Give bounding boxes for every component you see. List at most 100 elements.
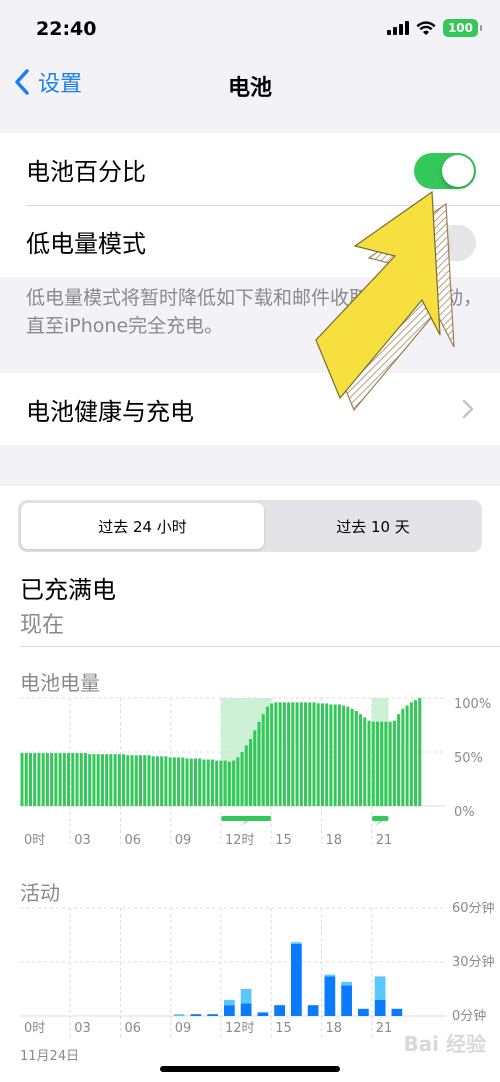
battery-level-bar [244, 745, 248, 806]
battery-level-bar [113, 754, 117, 806]
low-power-mode-toggle[interactable] [414, 225, 476, 261]
battery-level-bar [126, 755, 130, 806]
battery-level-bar [143, 755, 147, 806]
battery-level-chart: ⚡ ⚡ 100% 50% 0% 0时 03 06 09 12时 15 18 21 [20, 697, 491, 848]
battery-level-bar [384, 721, 388, 806]
battery-level-bar [342, 705, 346, 806]
battery-level-bar [287, 702, 291, 806]
battery-level-bar [92, 754, 96, 806]
battery-level-bar [41, 753, 45, 806]
y-tick-label: 50% [454, 751, 483, 766]
charging-bolt-icon: ⚡ [241, 814, 250, 829]
home-indicator[interactable] [160, 1066, 340, 1072]
screen-on-bar [190, 1014, 202, 1016]
x-tick-label: 15 [275, 1021, 292, 1036]
chevron-right-icon [462, 399, 474, 419]
battery-level-bar [320, 703, 324, 806]
battery-level-bar [380, 721, 384, 806]
toggle-knob [416, 227, 448, 259]
battery-level-bar [257, 721, 261, 806]
x-tick-label: 09 [175, 833, 192, 848]
battery-level-bar [155, 756, 159, 806]
battery-level-bar [88, 754, 92, 806]
battery-level-bar [312, 702, 316, 806]
battery-health-row[interactable]: 电池健康与充电 [0, 373, 500, 445]
screen-off-bar [173, 1014, 185, 1016]
battery-level-bar [291, 702, 295, 806]
battery-level-bar [138, 755, 143, 806]
battery-level-bar [270, 703, 274, 806]
battery-level-bar [189, 758, 193, 806]
low-power-footnote: 低电量模式将暂时降低如下载和邮件收取等后台活动，直至iPhone完全充电。 [26, 287, 483, 337]
watermark: Bai 经验 [403, 1032, 486, 1056]
battery-level-bar [274, 702, 278, 806]
battery-level-bar [219, 760, 223, 806]
battery-level-bar [134, 755, 138, 806]
battery-level-bar [185, 758, 189, 806]
screen-on-bar [391, 1008, 403, 1016]
battery-level-bar [45, 753, 49, 806]
battery-level-bar [329, 704, 333, 806]
date-label: 11月24日 [20, 1049, 80, 1064]
x-tick-label: 12时 [225, 1021, 255, 1036]
x-tick-label: 0时 [24, 1021, 45, 1036]
y-tick-label: 100% [454, 697, 491, 712]
battery-level-bar [67, 753, 71, 806]
battery-level-bar [54, 753, 58, 806]
battery-level-bar [130, 755, 134, 806]
battery-level-bar [50, 753, 54, 806]
battery-level-bar [177, 757, 181, 806]
divider [20, 646, 500, 647]
battery-settings-group: 电池百分比 低电量模式 [0, 133, 500, 277]
battery-level-bar [206, 759, 210, 806]
battery-level-bar [304, 702, 308, 806]
screen-on-bar [274, 1005, 285, 1016]
page-title: 电池 [227, 76, 272, 101]
battery-level-bar [105, 754, 109, 806]
battery-level-bar [261, 714, 265, 806]
screen-on-bar [374, 999, 386, 1016]
screen-on-bar [324, 976, 336, 1016]
tab-last-10-days[interactable]: 过去 10 天 [267, 503, 479, 549]
screen-on-bar [307, 1005, 319, 1016]
battery-level-chart-label: 电池电量 [20, 671, 100, 695]
battery-level-bar [75, 753, 79, 806]
battery-level-bar [193, 758, 198, 806]
battery-level-bar [405, 705, 409, 806]
screen-off-bar [240, 989, 252, 1004]
charge-status-time: 现在 [20, 613, 65, 638]
battery-level-bar [397, 714, 401, 806]
battery-health-label: 电池健康与充电 [26, 397, 194, 426]
battery-level-bar [371, 721, 375, 806]
tab-last-24-hours[interactable]: 过去 24 小时 [21, 503, 264, 549]
status-time: 22:40 [36, 18, 97, 40]
battery-level-bar [109, 754, 113, 806]
screen-off-bar [341, 981, 352, 986]
battery-level-bar [28, 753, 32, 806]
battery-level-bar [24, 753, 28, 806]
battery-level-bar [210, 759, 214, 806]
battery-level-bar [346, 706, 350, 806]
x-tick-label: 03 [74, 1021, 91, 1036]
cellular-signal-icon [386, 21, 409, 35]
screen-on-bar [358, 1008, 369, 1016]
x-tick-label: 0时 [24, 833, 45, 848]
screen-off-bar [374, 976, 386, 1000]
battery-level-bar [202, 759, 206, 806]
battery-level-bar [354, 710, 358, 806]
battery-level-bar [359, 714, 363, 806]
battery-percentage-toggle[interactable] [414, 153, 476, 189]
status-bar: 22:40 100 [0, 0, 500, 58]
battery-level-bar [299, 702, 303, 806]
battery-level-bar [151, 756, 155, 806]
battery-level-bar [79, 753, 83, 806]
battery-level-bar [249, 739, 253, 806]
x-tick-label: 06 [125, 1021, 142, 1036]
battery-level-bar [198, 758, 202, 806]
battery-percentage-label: 电池百分比 [26, 157, 146, 186]
battery-level-bar [168, 757, 172, 806]
screen-off-bar [291, 942, 302, 944]
battery-level-bar [172, 757, 176, 806]
wifi-icon [416, 20, 436, 35]
battery-level-bar [37, 753, 41, 806]
